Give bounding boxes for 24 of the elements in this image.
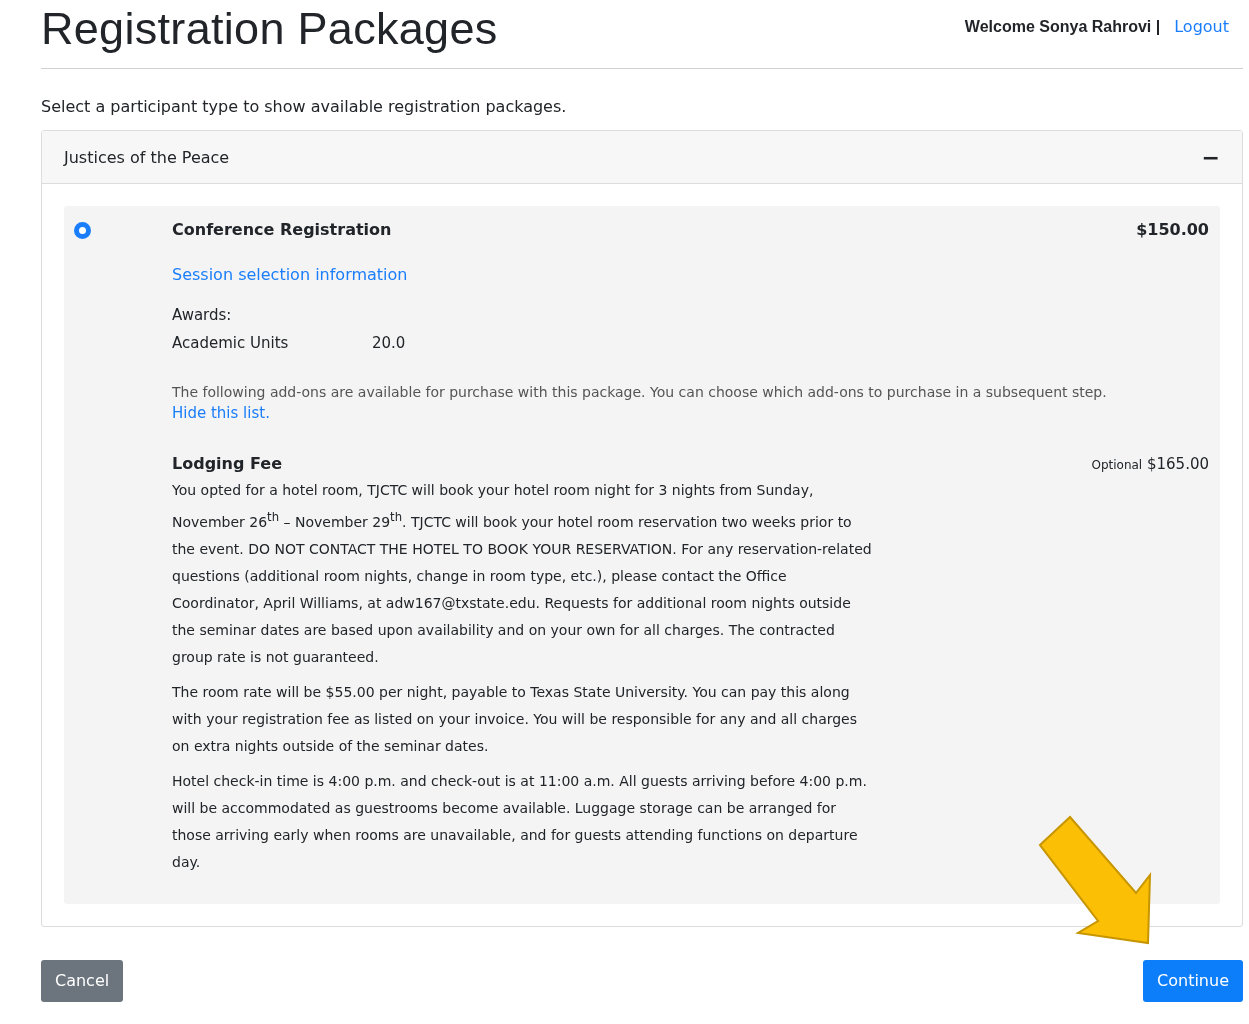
page-title: Registration Packages [41,2,498,56]
award-value: 20.0 [372,334,406,352]
addon-name: Lodging Fee [172,454,282,473]
cancel-button[interactable]: Cancel [41,959,124,1002]
awards-label: Awards: [172,306,233,324]
intro-text: Select a participant type to show available registration packages. [41,97,568,116]
welcome-text: Welcome Sonya Rahrovi | [964,17,1161,36]
continue-button[interactable]: Continue [1143,959,1243,1002]
participant-header[interactable]: Justices of the Peace − [42,131,1242,184]
addon-price: $165.00 [1146,455,1209,473]
addon-description: You opted for a hotel room, TJCTC will book your hotel room night for 3 nights from Sunday, November 26$^{th}$ – November 29$^{th}$. TJCTC will book your hotel room reservation two weeks prior to the event. DO NOT CONTACT THE HOTEL TO BOOK YOUR RESERVATION. For any reservation-related questions (additional room nights, change in room type, etc.), please contact the Office Coordinator, April Williams, at adw167@txstate.edu. Requests for additional room nights outside the seminar dates are based upon availability and on your own for all charges. The contracted group rate is not guaranteed. [172,481,872,667]
addons-note: The following add-ons are available for purchase with this package. You can choose which add-ons to purchase in a subsequent step. [172,383,1108,402]
hide-list-link[interactable]: Hide this list. [172,403,270,424]
radio-button[interactable] [74,222,91,239]
optional-label: Optional [1091,458,1143,472]
logout-link[interactable]: Logout [1174,17,1229,36]
award-name: Academic Units [172,334,290,352]
package-name: Conference Registration [172,220,392,239]
collapse-icon[interactable]: − [1201,144,1220,170]
addon-description: The room rate will be $55.00 per night, payable to Texas State University. You can pay this along with your registration fee as listed on your invoice. You will be responsible for any and all charges on extra nights outside of the seminar dates. [172,682,859,756]
participant-title: Justices of the Peace [64,147,230,167]
session-info-link[interactable]: Session selection information [172,265,408,284]
addon-description: Hotel check-in time is 4:00 p.m. and check-out is at 11:00 a.m. All guests arriving before 4:00 p.m. will be accommodated as guestrooms become available. Luggage storage can be arranged for those arriving early when rooms are unavailable, and for guests attending functions on departure day. [172,771,868,872]
package-price: $150.00 [1136,220,1209,239]
